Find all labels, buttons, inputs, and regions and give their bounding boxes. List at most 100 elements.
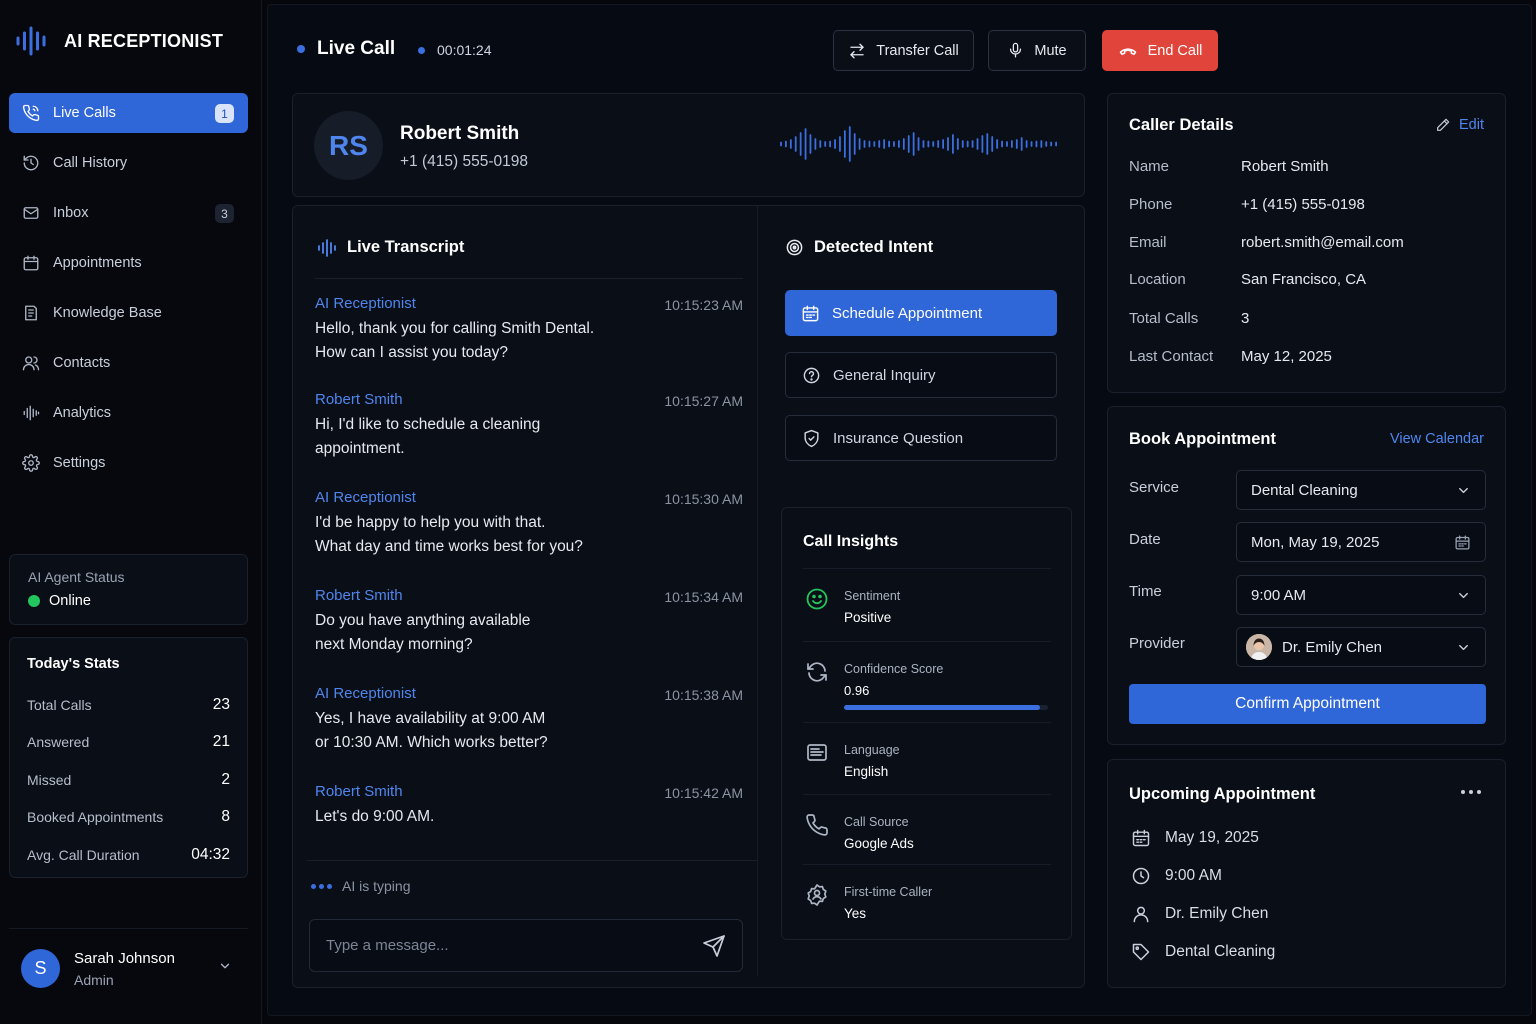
transfer-icon xyxy=(848,42,866,60)
calendar-icon xyxy=(22,254,40,272)
sidebar-item-label: Settings xyxy=(53,455,106,471)
app-title: AI RECEPTIONIST xyxy=(64,30,224,51)
message-input-box xyxy=(309,919,743,972)
transcript-message: Robert Smith 10:15:42 AM Let's do 9:00 A… xyxy=(315,783,743,829)
date-picker[interactable]: Mon, May 19, 2025 xyxy=(1236,522,1486,562)
time-label: Time xyxy=(1129,583,1162,600)
stat-value: 21 xyxy=(212,733,230,751)
provider-select[interactable]: Dr. Emily Chen xyxy=(1236,627,1486,667)
soundwave-icon xyxy=(317,238,337,257)
sidebar-item-appointments[interactable]: Appointments xyxy=(9,243,248,283)
calendar-icon xyxy=(1131,828,1151,848)
detail-label: Name xyxy=(1129,158,1170,175)
sidebar-nav: Live Calls 1 Call History Inbox 3 Appoin… xyxy=(9,93,248,493)
stat-label: Total Calls xyxy=(27,696,92,713)
detected-intent-heading: Detected Intent xyxy=(785,238,933,257)
intent-insurance-question[interactable]: Insurance Question xyxy=(785,415,1057,461)
detail-value: robert.smith@email.com xyxy=(1241,234,1404,251)
confirm-label: Confirm Appointment xyxy=(1235,695,1380,712)
transcript-message: AI Receptionist 10:15:23 AM Hello, thank… xyxy=(315,295,743,365)
service-select[interactable]: Dental Cleaning xyxy=(1236,470,1486,510)
intent-label: General Inquiry xyxy=(833,366,936,384)
live-call-title: Live Call xyxy=(297,38,395,60)
view-calendar-link[interactable]: View Calendar xyxy=(1390,431,1484,447)
chevron-down-icon xyxy=(1456,640,1471,655)
time-select[interactable]: 9:00 AM xyxy=(1236,575,1486,615)
sidebar-item-label: Contacts xyxy=(53,355,111,371)
sidebar-item-settings[interactable]: Settings xyxy=(9,443,248,483)
edit-label: Edit xyxy=(1459,117,1484,133)
intent-general-inquiry[interactable]: General Inquiry xyxy=(785,352,1057,398)
target-icon xyxy=(785,238,804,257)
message-line: I'd be happy to help you with that. xyxy=(315,514,546,531)
history-icon xyxy=(22,154,40,172)
live-calls-count-badge: 1 xyxy=(215,104,234,123)
send-icon[interactable] xyxy=(702,934,726,958)
mute-button[interactable]: Mute xyxy=(988,30,1086,71)
clock-icon xyxy=(1131,866,1151,886)
timer-dot xyxy=(418,46,425,54)
detail-label: Location xyxy=(1129,271,1186,288)
message-line: Hello, thank you for calling Smith Denta… xyxy=(315,320,595,337)
stat-row-total-calls: Total Calls 23 xyxy=(27,686,230,724)
shield-check-icon xyxy=(802,429,821,448)
detail-label: Last Contact xyxy=(1129,348,1214,365)
call-timer: 00:01:24 xyxy=(418,42,492,58)
intent-schedule-appointment[interactable]: Schedule Appointment xyxy=(785,290,1057,336)
sidebar-item-label: Live Calls xyxy=(53,105,116,121)
stat-label: Booked Appointments xyxy=(27,809,164,826)
edit-caller-button[interactable]: Edit xyxy=(1435,117,1484,133)
provider-label: Provider xyxy=(1129,635,1185,652)
typing-divider xyxy=(307,860,757,861)
more-options-icon[interactable] xyxy=(1461,790,1481,794)
typing-indicator: AI is typing xyxy=(311,878,410,894)
user-profile-menu[interactable]: S Sarah Johnson Admin xyxy=(9,928,248,1008)
chevron-down-icon xyxy=(1456,588,1471,603)
sidebar-item-call-history[interactable]: Call History xyxy=(9,143,248,183)
message-line: appointment. xyxy=(315,440,405,457)
sidebar-item-knowledge-base[interactable]: Knowledge Base xyxy=(9,293,248,333)
message-line: What day and time works best for you? xyxy=(315,538,583,555)
chevron-down-icon[interactable] xyxy=(218,959,232,973)
message-line: Do you have anything available xyxy=(315,612,531,629)
caller-name: Robert Smith xyxy=(400,123,520,144)
transcript-title: Live Transcript xyxy=(347,238,465,256)
sidebar-item-inbox[interactable]: Inbox 3 xyxy=(9,193,248,233)
message-time: 10:15:27 AM xyxy=(664,393,743,409)
upcoming-service-row: Dental Cleaning xyxy=(1131,942,1275,962)
stat-label: Avg. Call Duration xyxy=(27,846,140,863)
call-duration: 00:01:24 xyxy=(437,42,492,58)
message-time: 10:15:30 AM xyxy=(664,491,743,507)
caller-avatar: RS xyxy=(314,111,383,180)
transcript-message: AI Receptionist 10:15:38 AM Yes, I have … xyxy=(315,685,743,755)
message-time: 10:15:38 AM xyxy=(664,687,743,703)
stat-value: 2 xyxy=(221,770,230,788)
sidebar-item-label: Inbox xyxy=(53,205,89,221)
insight-label: Sentiment xyxy=(844,589,901,603)
confirm-appointment-button[interactable]: Confirm Appointment xyxy=(1129,684,1486,724)
message-input[interactable] xyxy=(326,937,696,954)
brand[interactable]: AI RECEPTIONIST xyxy=(16,26,223,56)
transfer-call-button[interactable]: Transfer Call xyxy=(833,30,974,71)
phone-icon xyxy=(805,813,829,837)
sidebar-item-analytics[interactable]: Analytics xyxy=(9,393,248,433)
confidence-progress-fill xyxy=(844,705,1040,710)
sidebar-item-contacts[interactable]: Contacts xyxy=(9,343,248,383)
upcoming-date-row: May 19, 2025 xyxy=(1131,828,1259,848)
detail-label: Total Calls xyxy=(1129,310,1199,327)
badge-icon xyxy=(805,883,829,907)
sidebar: AI RECEPTIONIST Live Calls 1 Call Histor… xyxy=(0,0,262,1024)
stat-label: Answered xyxy=(27,734,90,751)
calendar-icon xyxy=(1454,534,1471,551)
phone-call-icon xyxy=(22,104,40,122)
user-role: Admin xyxy=(74,971,114,988)
message-time: 10:15:34 AM xyxy=(664,589,743,605)
refresh-icon xyxy=(805,660,829,684)
view-calendar-label: View Calendar xyxy=(1389,431,1484,447)
end-call-button[interactable]: End Call xyxy=(1102,30,1218,71)
sidebar-item-live-calls[interactable]: Live Calls 1 xyxy=(9,93,248,133)
analytics-bars-icon xyxy=(22,404,40,422)
online-status-dot xyxy=(28,595,40,607)
book-icon xyxy=(22,304,40,322)
insight-first-time-caller: First-time Caller Yes xyxy=(803,864,1051,934)
